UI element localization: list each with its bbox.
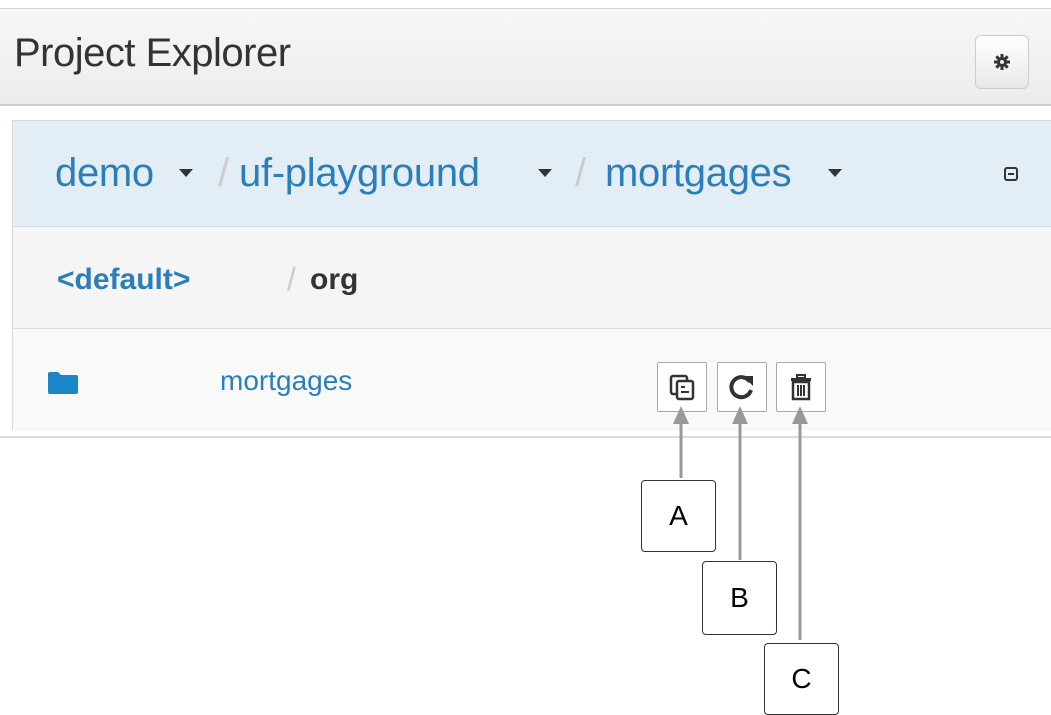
arrowhead-b: [732, 406, 748, 424]
callout-c: C: [764, 643, 839, 715]
annotation-arrows: [673, 406, 808, 640]
project-explorer-page: Project Explorer demo / uf-playground / …: [0, 0, 1051, 715]
arrowhead-a: [673, 406, 689, 424]
callout-b: B: [702, 561, 777, 635]
arrowhead-c: [792, 406, 808, 424]
callout-a: A: [641, 480, 716, 552]
